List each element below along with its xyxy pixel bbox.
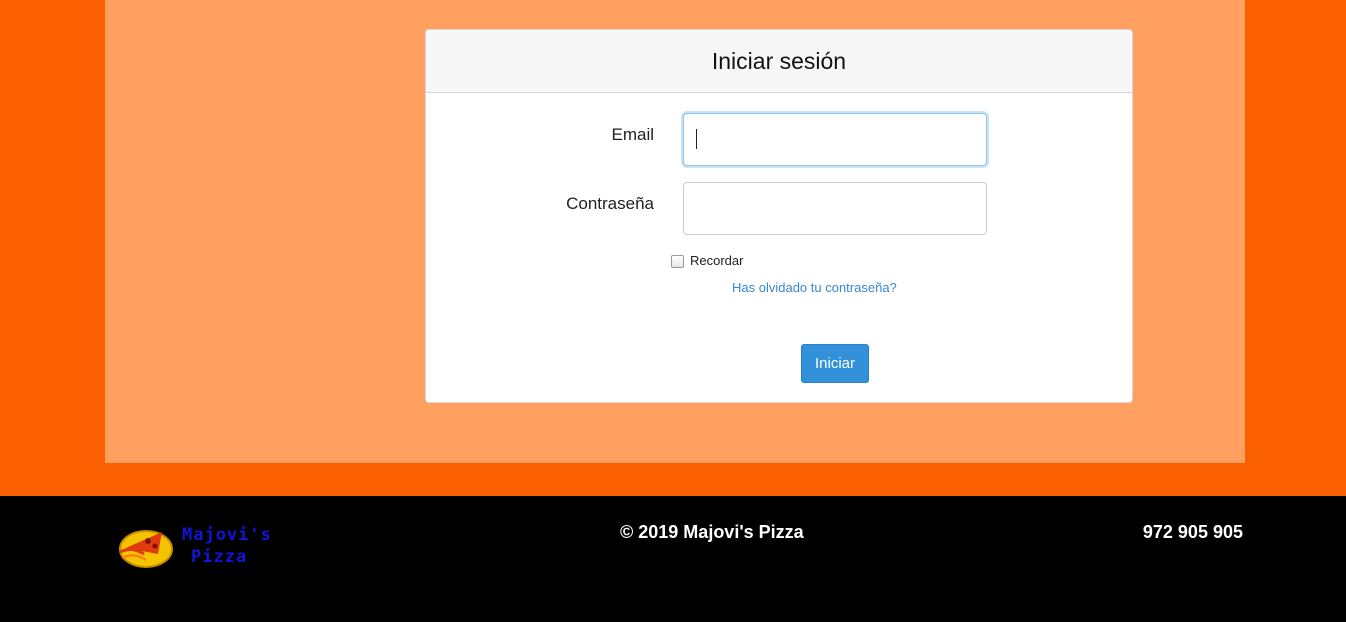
forgot-password-link[interactable]: Has olvidado tu contraseña? bbox=[732, 280, 897, 295]
logo-line-2: Pizza bbox=[191, 547, 248, 567]
login-title: Iniciar sesión bbox=[711, 48, 847, 74]
login-card-header: Iniciar sesión bbox=[426, 30, 1132, 93]
brand-logo-text: Majovi's Pizza bbox=[182, 524, 272, 568]
login-card: Iniciar sesión Email Contraseña Recordar… bbox=[425, 29, 1133, 403]
password-label: Contraseña bbox=[566, 194, 654, 213]
copyright-text: © 2019 Majovi's Pizza bbox=[620, 522, 804, 542]
footer: Majovi's Pizza © 2019 Majovi's Pizza 972… bbox=[0, 496, 1346, 622]
remember-checkbox[interactable] bbox=[671, 255, 684, 268]
email-label: Email bbox=[611, 125, 654, 144]
phone-number: 972 905 905 bbox=[1142, 522, 1243, 542]
logo-line-1: Majovi's bbox=[182, 525, 272, 545]
email-field[interactable] bbox=[683, 113, 987, 166]
login-submit-button[interactable]: Iniciar bbox=[801, 344, 869, 383]
brand-logo[interactable]: Majovi's Pizza bbox=[118, 524, 288, 570]
text-caret bbox=[696, 129, 697, 149]
remember-label[interactable]: Recordar bbox=[690, 253, 743, 268]
pizza-slice-logo-icon bbox=[119, 530, 173, 568]
main-content-area: Iniciar sesión Email Contraseña Recordar… bbox=[105, 0, 1245, 463]
password-field[interactable] bbox=[683, 182, 987, 235]
